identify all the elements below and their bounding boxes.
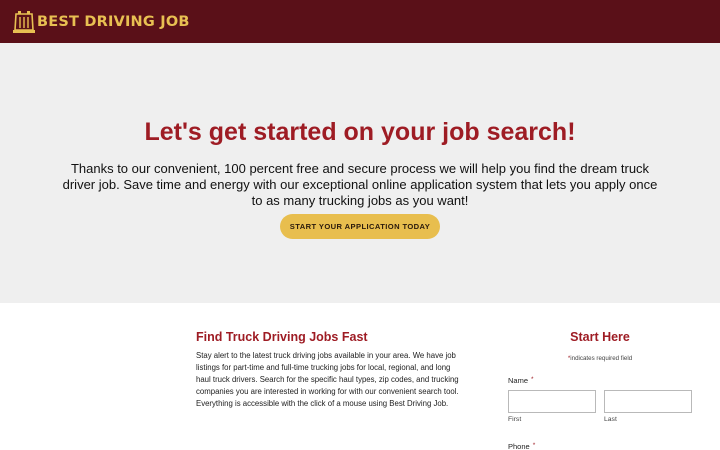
info-title: Find Truck Driving Jobs Fast [196,330,368,344]
hero-description: Thanks to our convenient, 100 percent fr… [62,161,658,208]
first-name-input[interactable] [508,390,596,413]
last-name-sublabel: Last [604,416,617,423]
required-field-note: *indicates required field [508,355,692,362]
last-name-input[interactable] [604,390,692,413]
phone-label-text: Phone [508,442,530,450]
site-logo[interactable]: BEST DRIVING JOB [13,10,190,34]
name-label: Name * [508,376,534,385]
hero-section: Let's get started on your job search! Th… [0,43,720,303]
start-application-button[interactable]: START YOUR APPLICATION TODAY [280,214,440,239]
info-section: Find Truck Driving Jobs Fast Stay alert … [196,330,464,410]
name-required-marker: * [531,376,534,383]
hero-title: Let's get started on your job search! [144,118,576,146]
site-header: BEST DRIVING JOB [0,0,720,43]
form-title: Start Here [570,330,630,344]
phone-required-marker: * [532,442,536,449]
first-name-sublabel: First [508,416,522,423]
required-note-text: indicates required field [570,355,633,362]
logo-text: BEST DRIVING JOB [37,14,190,30]
phone-label: Phone * [508,442,535,450]
truck-grille-icon [13,11,35,33]
name-label-text: Name [508,376,529,385]
info-text: Stay alert to the latest truck driving j… [196,351,459,408]
